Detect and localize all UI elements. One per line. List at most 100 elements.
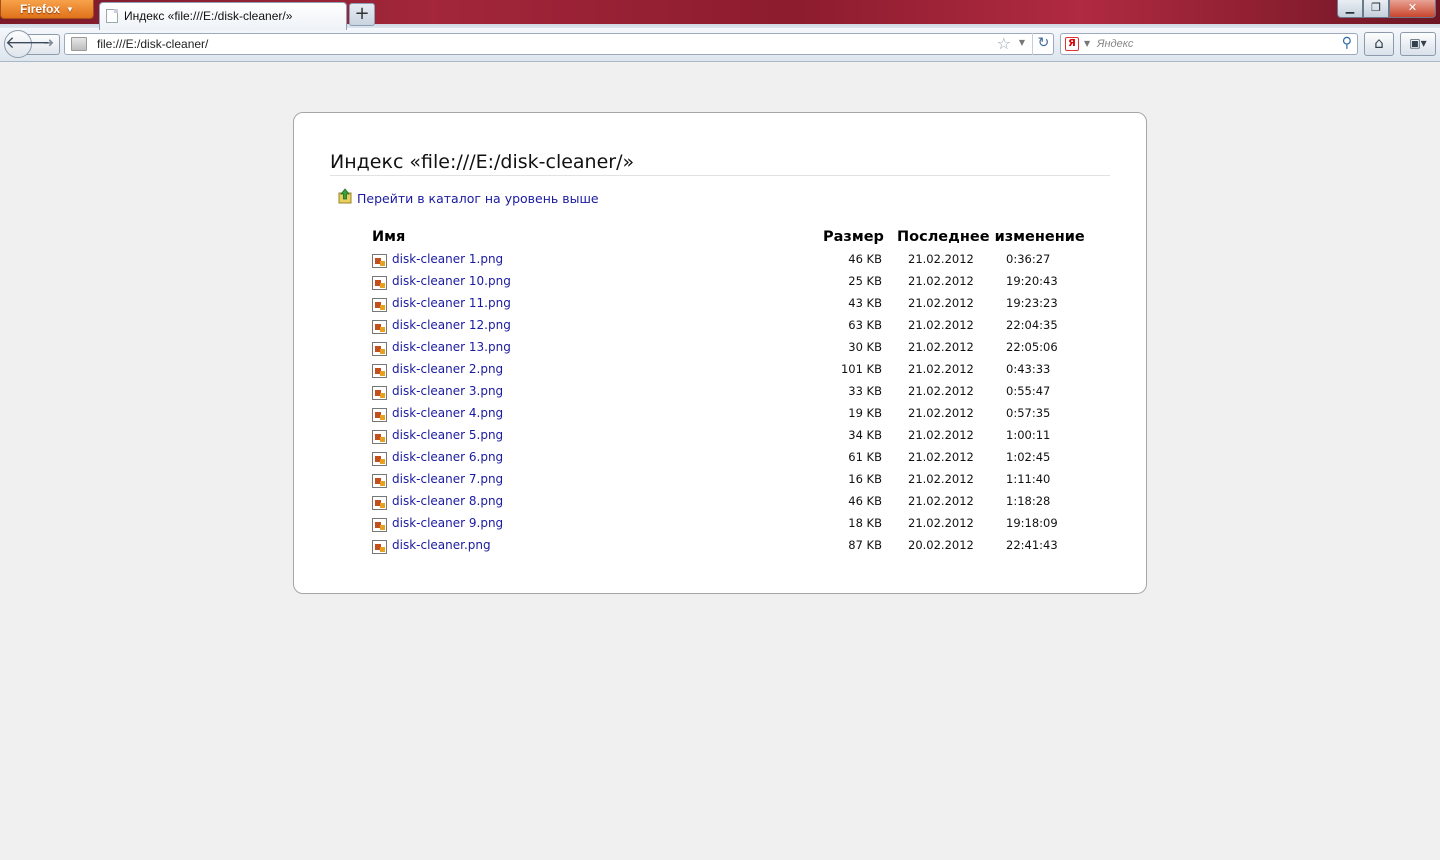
file-size: 46 KB — [848, 252, 882, 266]
file-size: 61 KB — [848, 450, 882, 464]
table-row: disk-cleaner 8.png 46 KB 21.02.2012 1:18… — [372, 494, 1092, 516]
file-date: 21.02.2012 — [908, 274, 974, 288]
file-link[interactable]: disk-cleaner 8.png — [392, 494, 503, 508]
image-file-icon — [372, 276, 387, 290]
chevron-down-icon: ▼ — [66, 5, 74, 14]
file-link[interactable]: disk-cleaner 7.png — [392, 472, 503, 486]
image-file-icon — [372, 408, 387, 422]
file-link[interactable]: disk-cleaner 6.png — [392, 450, 503, 464]
file-time: 0:36:27 — [1006, 252, 1051, 266]
table-row: disk-cleaner 13.png 30 KB 21.02.2012 22:… — [372, 340, 1092, 362]
file-size: 16 KB — [848, 472, 882, 486]
file-size: 30 KB — [848, 340, 882, 354]
search-icon[interactable]: ⚲ — [1342, 35, 1352, 51]
firefox-menu-button[interactable]: Firefox ▼ — [0, 0, 94, 19]
table-row: disk-cleaner 2.png 101 KB 21.02.2012 0:4… — [372, 362, 1092, 384]
file-date: 21.02.2012 — [908, 296, 974, 310]
table-row: disk-cleaner 9.png 18 KB 21.02.2012 19:1… — [372, 516, 1092, 538]
reload-button[interactable]: ↻ — [1032, 33, 1054, 55]
bookmarks-button[interactable]: ▣▾ — [1400, 32, 1436, 56]
image-file-icon — [372, 496, 387, 510]
file-link[interactable]: disk-cleaner 5.png — [392, 428, 503, 442]
tab-directory-index[interactable]: Индекс «file:///E:/disk-cleaner/» — [99, 2, 347, 30]
file-link[interactable]: disk-cleaner 4.png — [392, 406, 503, 420]
file-link[interactable]: disk-cleaner 12.png — [392, 318, 511, 332]
table-row: disk-cleaner.png 87 KB 20.02.2012 22:41:… — [372, 538, 1092, 560]
file-time: 19:18:09 — [1006, 516, 1058, 530]
file-link[interactable]: disk-cleaner.png — [392, 538, 491, 552]
file-size: 101 KB — [840, 362, 882, 376]
file-time: 19:20:43 — [1006, 274, 1058, 288]
image-file-icon — [372, 298, 387, 312]
back-forward-group: ➜ 🡐 — [4, 30, 60, 58]
file-date: 20.02.2012 — [908, 538, 974, 552]
table-row: disk-cleaner 5.png 34 KB 21.02.2012 1:00… — [372, 428, 1092, 450]
file-date: 21.02.2012 — [908, 494, 974, 508]
file-date: 21.02.2012 — [908, 340, 974, 354]
folder-up-icon[interactable] — [337, 188, 353, 204]
table-row: disk-cleaner 7.png 16 KB 21.02.2012 1:11… — [372, 472, 1092, 494]
address-bar[interactable]: file:///E:/disk-cleaner/ ☆ ▼ ↻ — [64, 33, 1054, 55]
file-time: 1:00:11 — [1006, 428, 1051, 442]
image-file-icon — [372, 364, 387, 378]
file-link[interactable]: disk-cleaner 1.png — [392, 252, 503, 266]
file-link[interactable]: disk-cleaner 13.png — [392, 340, 511, 354]
table-row: disk-cleaner 4.png 19 KB 21.02.2012 0:57… — [372, 406, 1092, 428]
file-time: 1:18:28 — [1006, 494, 1051, 508]
history-dropdown-icon[interactable]: ▼ — [1019, 38, 1025, 47]
home-button[interactable]: ⌂ — [1364, 32, 1394, 56]
column-header-name[interactable]: Имя — [372, 229, 405, 245]
image-file-icon — [372, 342, 387, 356]
file-link[interactable]: disk-cleaner 11.png — [392, 296, 511, 310]
page-title: Индекс «file:///E:/disk-cleaner/» — [330, 151, 1110, 176]
table-row: disk-cleaner 6.png 61 KB 21.02.2012 1:02… — [372, 450, 1092, 472]
image-file-icon — [372, 254, 387, 268]
file-time: 1:02:45 — [1006, 450, 1051, 464]
page-favicon-icon — [106, 9, 118, 23]
file-date: 21.02.2012 — [908, 252, 974, 266]
back-button[interactable]: 🡐 — [4, 30, 51, 58]
file-link[interactable]: disk-cleaner 9.png — [392, 516, 503, 530]
table-row: disk-cleaner 1.png 46 KB 21.02.2012 0:36… — [372, 252, 1092, 274]
bookmark-star-icon[interactable]: ☆ — [997, 34, 1011, 53]
image-file-icon — [372, 320, 387, 334]
search-engine-dropdown-icon[interactable]: ▼ — [1084, 39, 1090, 48]
file-link[interactable]: disk-cleaner 3.png — [392, 384, 503, 398]
minimize-button[interactable]: ▁ — [1337, 0, 1363, 18]
close-button[interactable]: ✕ — [1389, 0, 1436, 18]
window-controls: ▁ ❐ ✕ — [1337, 0, 1436, 18]
home-icon: ⌂ — [1374, 34, 1384, 52]
site-identity-icon[interactable] — [71, 37, 87, 51]
file-time: 0:55:47 — [1006, 384, 1051, 398]
search-engine-icon[interactable]: Я — [1065, 37, 1079, 51]
file-size: 18 KB — [848, 516, 882, 530]
table-row: disk-cleaner 11.png 43 KB 21.02.2012 19:… — [372, 296, 1092, 318]
maximize-button[interactable]: ❐ — [1363, 0, 1389, 18]
file-date: 21.02.2012 — [908, 318, 974, 332]
file-time: 0:57:35 — [1006, 406, 1051, 420]
column-header-modified[interactable]: Последнее изменение — [897, 229, 1085, 245]
tab-label: Индекс «file:///E:/disk-cleaner/» — [124, 9, 293, 23]
file-size: 43 KB — [848, 296, 882, 310]
address-input[interactable]: file:///E:/disk-cleaner/ — [97, 37, 208, 51]
file-time: 0:43:33 — [1006, 362, 1051, 376]
back-arrow-icon: 🡐 — [5, 33, 51, 53]
new-tab-button[interactable]: + — [349, 3, 375, 26]
column-header-size[interactable]: Размер — [823, 229, 884, 245]
file-size: 46 KB — [848, 494, 882, 508]
file-date: 21.02.2012 — [908, 384, 974, 398]
directory-listing-panel: Индекс «file:///E:/disk-cleaner/» Перейт… — [293, 112, 1147, 594]
search-bar[interactable]: Я ▼ Яндекс ⚲ — [1060, 33, 1358, 55]
image-file-icon — [372, 540, 387, 554]
file-time: 22:05:06 — [1006, 340, 1058, 354]
file-size: 34 KB — [848, 428, 882, 442]
file-link[interactable]: disk-cleaner 2.png — [392, 362, 503, 376]
bookmarks-icon: ▣▾ — [1409, 36, 1427, 50]
file-size: 19 KB — [848, 406, 882, 420]
image-file-icon — [372, 452, 387, 466]
file-time: 19:23:23 — [1006, 296, 1058, 310]
file-link[interactable]: disk-cleaner 10.png — [392, 274, 511, 288]
file-date: 21.02.2012 — [908, 406, 974, 420]
parent-directory-link[interactable]: Перейти в каталог на уровень выше — [357, 191, 599, 206]
search-input[interactable]: Яндекс — [1097, 38, 1133, 50]
